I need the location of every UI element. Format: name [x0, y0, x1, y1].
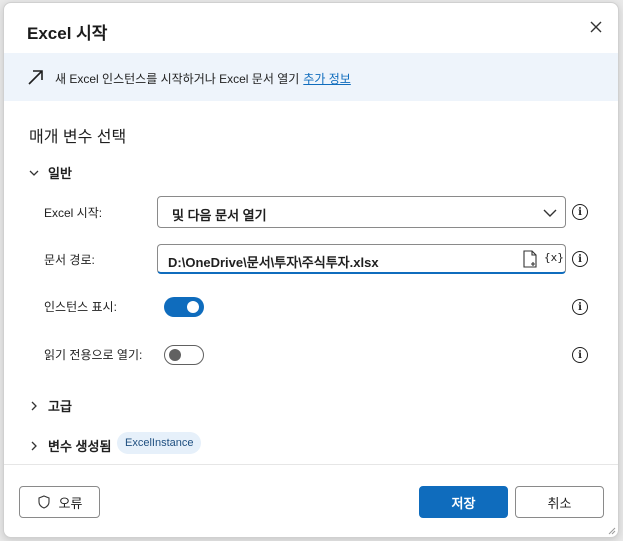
document-path-label: 문서 경로:	[44, 253, 95, 267]
banner-text: 새 Excel 인스턴스를 시작하거나 Excel 문서 열기 추가 정보	[55, 70, 351, 87]
close-icon	[590, 21, 602, 33]
launch-excel-label: Excel 시작:	[44, 206, 103, 220]
footer-divider	[4, 464, 618, 465]
resize-grip-icon[interactable]	[606, 525, 616, 535]
arrow-up-right-icon	[28, 70, 43, 85]
cancel-button-label: 취소	[547, 495, 572, 511]
document-path-input[interactable]: D:\OneDrive\문서\투자\주식투자.xlsx {x}	[157, 244, 566, 274]
variables-group-title: 변수 생성됨	[48, 439, 112, 454]
toggle-knob	[169, 349, 181, 361]
chevron-right-icon	[31, 441, 37, 450]
chevron-down-icon	[29, 170, 39, 176]
show-instance-toggle[interactable]	[164, 297, 204, 317]
variables-group-toggle[interactable]: 변수 생성됨	[28, 436, 111, 455]
chevron-right-icon	[31, 401, 37, 410]
show-instance-label: 인스턴스 표시:	[44, 300, 117, 314]
readonly-label: 읽기 전용으로 열기:	[44, 348, 143, 362]
launch-excel-dialog: Excel 시작 새 Excel 인스턴스를 시작하거나 Excel 문서 열기…	[3, 2, 619, 538]
document-path-value: D:\OneDrive\문서\투자\주식투자.xlsx	[168, 255, 379, 270]
error-button-label: 오류	[58, 495, 83, 511]
banner-message: 새 Excel 인스턴스를 시작하거나 Excel 문서 열기	[55, 72, 300, 86]
variable-icon[interactable]: {x}	[544, 251, 564, 264]
info-icon[interactable]: i	[572, 251, 588, 267]
shield-icon	[37, 495, 50, 509]
launch-excel-dropdown[interactable]: 및 다음 문서 열기	[157, 196, 566, 228]
advanced-group-title: 고급	[48, 399, 72, 414]
save-button[interactable]: 저장	[419, 486, 508, 518]
general-group-toggle[interactable]: 일반	[28, 163, 72, 182]
close-button[interactable]	[584, 15, 608, 39]
readonly-toggle[interactable]	[164, 345, 204, 365]
error-button[interactable]: 오류	[19, 486, 100, 518]
cancel-button[interactable]: 취소	[515, 486, 604, 518]
section-title: 매개 변수 선택	[29, 129, 127, 146]
general-group-title: 일반	[48, 166, 72, 181]
chevron-down-icon	[543, 209, 557, 217]
info-banner: 새 Excel 인스턴스를 시작하거나 Excel 문서 열기 추가 정보	[4, 53, 618, 101]
info-icon[interactable]: i	[572, 347, 588, 363]
launch-excel-value: 및 다음 문서 열기	[172, 208, 267, 223]
file-icon[interactable]	[522, 250, 538, 268]
info-icon[interactable]: i	[572, 204, 588, 220]
dialog-header: Excel 시작	[4, 3, 618, 53]
dialog-title: Excel 시작	[27, 24, 108, 43]
save-button-label: 저장	[451, 495, 476, 511]
info-icon[interactable]: i	[572, 299, 588, 315]
advanced-group-toggle[interactable]: 고급	[28, 396, 72, 415]
variable-badge[interactable]: ExcelInstance	[117, 432, 202, 454]
learn-more-link[interactable]: 추가 정보	[303, 72, 351, 86]
toggle-knob	[187, 301, 199, 313]
